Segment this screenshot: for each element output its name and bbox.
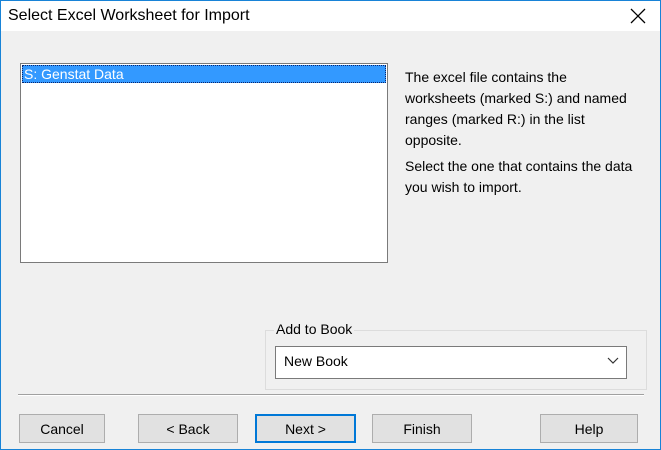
separator <box>18 394 644 396</box>
finish-button[interactable]: Finish <box>372 414 472 443</box>
add-to-book-select[interactable]: New Book <box>275 346 627 379</box>
close-icon <box>630 8 646 24</box>
dialog-window: Select Excel Worksheet for Import S: Gen… <box>0 0 661 450</box>
add-to-book-value: New Book <box>284 353 348 369</box>
title-bar: Select Excel Worksheet for Import <box>1 1 660 31</box>
chevron-down-icon <box>607 357 619 364</box>
add-to-book-label: Add to Book <box>274 321 355 337</box>
window-title: Select Excel Worksheet for Import <box>8 7 250 24</box>
help-button[interactable]: Help <box>540 414 638 443</box>
cancel-button[interactable]: Cancel <box>19 414 105 443</box>
info-text: The excel file contains the worksheets (… <box>405 67 641 203</box>
add-to-book-group: Add to Book New Book <box>265 321 647 390</box>
list-item-label: S: Genstat Data <box>24 66 124 82</box>
next-button[interactable]: Next > <box>255 414 356 443</box>
info-paragraph-2: Select the one that contains the data yo… <box>405 158 633 195</box>
worksheet-listbox[interactable]: S: Genstat Data <box>20 63 388 263</box>
info-paragraph-1: The excel file contains the worksheets (… <box>405 69 627 148</box>
close-button[interactable] <box>616 1 660 31</box>
back-button[interactable]: < Back <box>138 414 238 443</box>
list-item[interactable]: S: Genstat Data <box>22 65 386 83</box>
